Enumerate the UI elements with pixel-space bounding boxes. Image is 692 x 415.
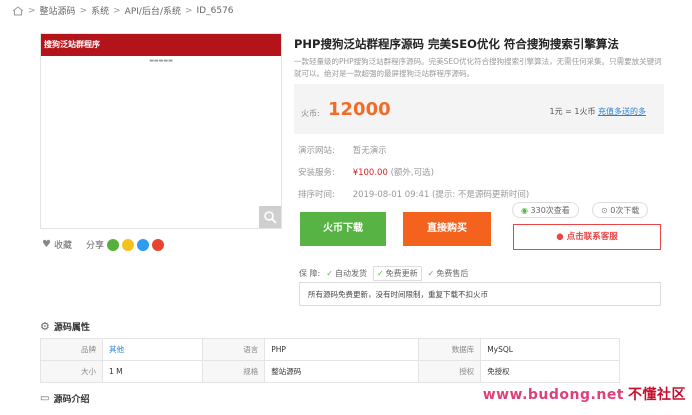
watermark-cn: 不懂社区 (628, 387, 686, 403)
guarantee-text: 自动发货 (334, 269, 367, 278)
install-row: 安装服务: ¥100.00 (额外,可选) (298, 166, 434, 178)
attr-key: 语言 (202, 338, 266, 361)
qq-share-icon[interactable] (137, 238, 150, 251)
intro-title: 源码介绍 (53, 395, 90, 405)
download-icon: ⊙ (601, 206, 608, 215)
breadcrumb-item[interactable]: ID_6576 (197, 6, 234, 16)
attr-key: 数据库 (418, 338, 482, 361)
contact-service-button[interactable]: ● 点击联系客服 (513, 224, 661, 250)
direct-buy-button[interactable]: 直接购买 (403, 212, 491, 246)
time-value: 2019-08-01 09:41 (352, 190, 430, 200)
guarantee-row: 保 障: ✓ 自动发货 ✓ 免费更新 ✓ 免费售后 (299, 266, 468, 281)
guarantee-text: 免费售后 (436, 269, 469, 278)
install-note: (额外,可选) (390, 168, 434, 178)
table-row: 大小 1 M 规格 整站源码 授权 免授权 (40, 360, 620, 383)
download-count-text: 0次下载 (610, 206, 640, 215)
breadcrumb-separator: > (184, 5, 193, 16)
demo-value: 暂无演示 (352, 146, 387, 156)
price-label: 火币: (301, 109, 320, 118)
guarantee-item: ✓ 免费售后 (428, 268, 469, 279)
attributes-title: 源码属性 (53, 323, 90, 333)
guarantee-item: ✓ 自动发货 (326, 268, 367, 279)
breadcrumb-item[interactable]: 整站源码 (40, 4, 76, 17)
exchange-rate: 1元 = 1火币 充值多送的多 (549, 106, 646, 117)
zoom-icon[interactable] (259, 206, 281, 228)
attr-value: 免授权 (480, 360, 620, 383)
breadcrumb: > 整站源码 > 系统 > API/后台/系统 > ID_6576 (12, 4, 234, 17)
share-label: 分享 (86, 241, 105, 251)
breadcrumb-separator: > (113, 5, 121, 16)
time-label: 排序时间: (298, 190, 335, 200)
share-bar: 分享 (86, 238, 165, 251)
product-description: 一款轻量级的PHP搜狗泛站群程序源码。完美SEO优化符合搜狗搜索引擎算法，无需任… (294, 57, 662, 78)
attr-value: 整站源码 (264, 360, 420, 383)
gear-icon: ⚙ (40, 320, 50, 333)
preview-subtext: ▬▬▬▬▬ (149, 58, 173, 64)
breadcrumb-item[interactable]: 系统 (91, 4, 109, 17)
attr-key: 品牌 (40, 338, 103, 361)
watermark: www.budong.net 不懂社区 (483, 384, 686, 404)
install-price: ¥100.00 (352, 168, 388, 178)
coin-download-button[interactable]: 火币下载 (300, 212, 386, 246)
preview-banner: 搜狗泛站群程序 (41, 34, 281, 56)
attr-key: 规格 (202, 360, 266, 383)
rate-text: 1元 = 1火币 (549, 107, 596, 116)
time-note: (提示: 不是源码更新时间) (432, 190, 530, 200)
heart-icon: ♥ (42, 239, 51, 250)
attr-value: MySQL (480, 338, 620, 361)
check-icon: ✓ (326, 269, 333, 278)
price-box: 火币: 12000 1元 = 1火币 充值多送的多 (294, 84, 664, 134)
intro-heading: ▭ 源码介绍 (40, 392, 89, 405)
weibo-share-icon[interactable] (152, 238, 165, 251)
product-title: PHP搜狗泛站群程序源码 完美SEO优化 符合搜狗搜索引擎算法 (294, 37, 619, 51)
favorite-button[interactable]: ♥ 收藏 (42, 238, 72, 251)
attr-value: 1 M (101, 360, 204, 383)
breadcrumb-separator: > (79, 5, 88, 16)
breadcrumb-separator: > (28, 5, 36, 16)
check-icon: ✓ (427, 269, 435, 278)
recharge-link[interactable]: 充值多送的多 (598, 107, 646, 116)
demo-label: 演示网站: (298, 146, 335, 156)
update-notice: 所有源码免费更新，没有时间限制，重复下载不扣火币 (299, 282, 661, 306)
watermark-url: www.budong.net (482, 387, 624, 403)
product-preview-image[interactable]: 搜狗泛站群程序 ▬▬▬▬▬ (40, 33, 282, 229)
attr-key: 授权 (418, 360, 482, 383)
view-count: ◉ 330次查看 (512, 202, 579, 218)
home-icon[interactable] (12, 5, 24, 16)
attr-key: 大小 (40, 360, 103, 383)
check-icon: ✓ (376, 269, 384, 278)
price-value: 12000 (328, 99, 391, 120)
attributes-table: 品牌 其他 语言 PHP 数据库 MySQL 大小 1 M 规格 整站源码 授权… (40, 338, 620, 383)
attributes-heading: ⚙ 源码属性 (40, 320, 90, 333)
guarantee-label: 保 障: (299, 269, 321, 278)
qzone-share-icon[interactable] (122, 238, 135, 251)
download-count: ⊙ 0次下载 (592, 202, 649, 218)
book-icon: ▭ (40, 393, 50, 404)
install-label: 安装服务: (298, 168, 335, 178)
guarantee-text: 免费更新 (385, 269, 418, 278)
table-row: 品牌 其他 语言 PHP 数据库 MySQL (40, 338, 620, 361)
view-count-text: 330次查看 (530, 206, 570, 215)
attr-value[interactable]: 其他 (101, 338, 204, 361)
contact-service-label: 点击联系客服 (566, 232, 618, 242)
eye-icon: ◉ (521, 206, 528, 215)
guarantee-item: ✓ 免费更新 (372, 266, 422, 281)
breadcrumb-item[interactable]: API/后台/系统 (125, 4, 181, 17)
time-row: 排序时间: 2019-08-01 09:41 (提示: 不是源码更新时间) (298, 188, 529, 200)
qq-icon: ● (556, 232, 564, 242)
attr-value: PHP (264, 338, 420, 361)
favorite-label: 收藏 (53, 241, 72, 251)
wechat-share-icon[interactable] (107, 238, 120, 251)
demo-row: 演示网站: 暂无演示 (298, 144, 387, 156)
